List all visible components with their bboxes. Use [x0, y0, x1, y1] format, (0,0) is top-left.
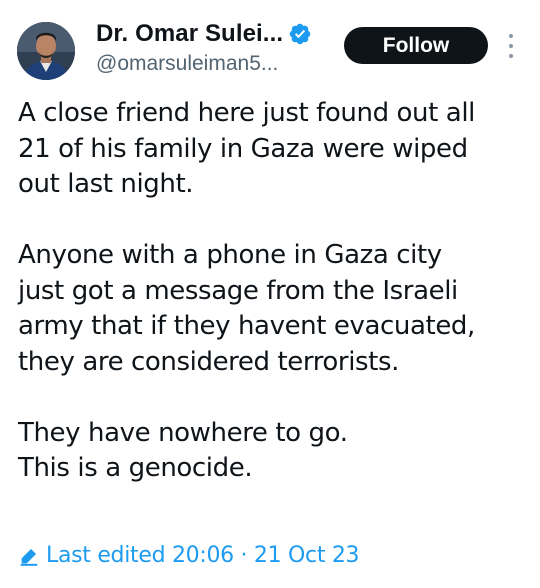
tweet-paragraph: They have nowhere to go. This is a genoc… [18, 416, 528, 487]
tweet-paragraph: Anyone with a phone in Gaza city just go… [18, 238, 528, 380]
tweet-line: Anyone with a phone in Gaza city [18, 240, 442, 270]
tweet-line: they are considered terrorists. [18, 346, 399, 377]
more-dot [509, 54, 513, 58]
avatar[interactable] [17, 22, 75, 80]
tweet-line: 21 of his family in Gaza were wiped [18, 133, 468, 164]
more-dot [509, 44, 513, 48]
author-handle[interactable]: @omarsuleiman5... [96, 52, 278, 76]
pencil-icon [18, 545, 40, 567]
more-options-icon[interactable] [503, 34, 519, 58]
follow-button[interactable]: Follow [344, 27, 488, 64]
more-dot [509, 34, 513, 38]
tweet-text: A close friend here just found out all 2… [18, 96, 528, 487]
tweet-line: They have nowhere to go. [18, 417, 348, 448]
tweet-card: Dr. Omar Sulei... @omarsuleiman5... Foll… [0, 0, 540, 588]
tweet-line: just got a message from the Israeli [18, 275, 458, 306]
last-edited-link[interactable]: Last edited 20:06 · 21 Oct 23 [18, 543, 360, 568]
tweet-line: army that if they havent evacuated, [18, 311, 475, 341]
verified-badge-icon [288, 22, 312, 46]
author-name-row[interactable]: Dr. Omar Sulei... [96, 20, 312, 48]
tweet-line: out last night. [18, 169, 194, 199]
author-display-name[interactable]: Dr. Omar Sulei... [96, 20, 283, 48]
tweet-paragraph: A close friend here just found out all 2… [18, 96, 528, 203]
avatar-image [17, 22, 75, 80]
last-edited-text[interactable]: Last edited 20:06 · 21 Oct 23 [46, 543, 360, 568]
tweet-line: A close friend here just found out all [18, 98, 475, 128]
tweet-line: This is a genocide. [18, 453, 253, 483]
